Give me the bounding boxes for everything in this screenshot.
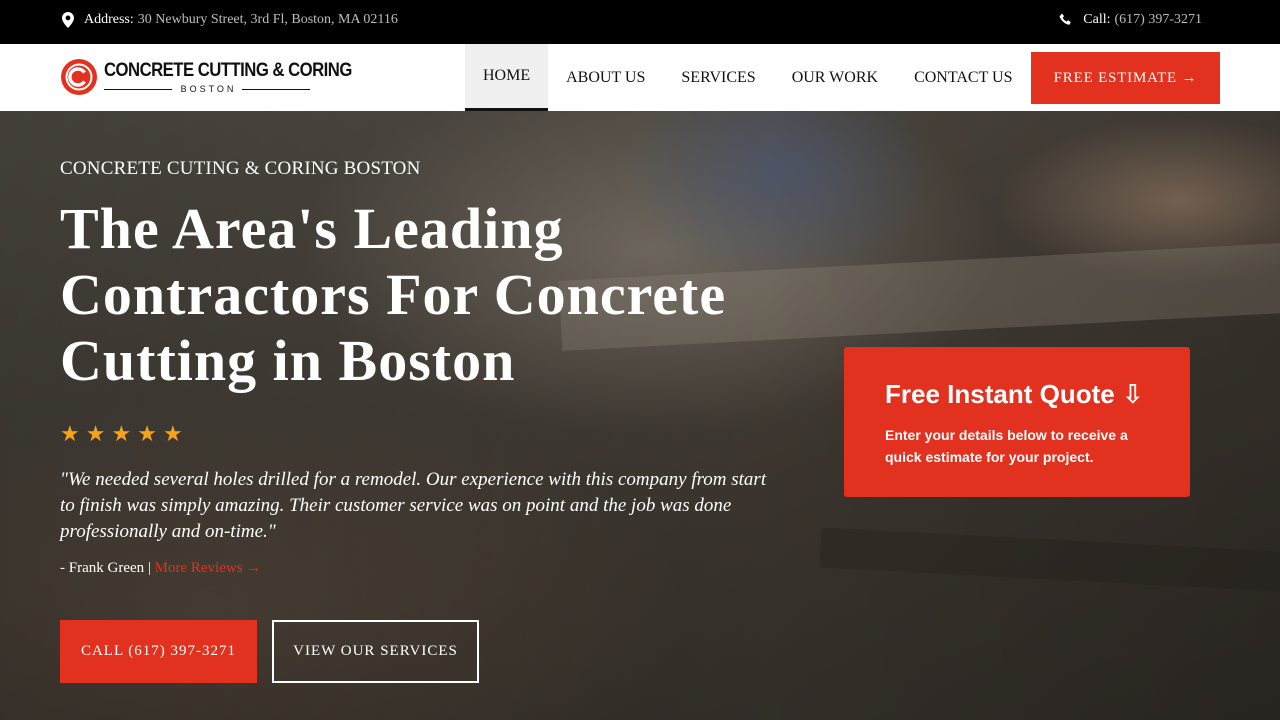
testimonial-author: - Frank Green | More Reviews → [60, 560, 261, 577]
top-bar: Address: 30 Newbury Street, 3rd Fl, Bost… [0, 0, 1280, 44]
address-label: Address: [84, 12, 134, 27]
call-label: Call: [1083, 12, 1111, 27]
star-icon: ★ [137, 421, 157, 446]
star-icon: ★ [162, 421, 183, 446]
nav-home[interactable]: HOME [465, 44, 549, 111]
free-estimate-button[interactable]: FREE ESTIMATE → [1031, 52, 1220, 104]
logo-c-icon [61, 59, 97, 95]
hero-section: CONCRETE CUTING & CORING BOSTON The Area… [0, 111, 1280, 720]
star-icon: ★ [85, 421, 106, 446]
hero-headline: The Area's Leading Contractors For Concr… [60, 196, 727, 393]
quote-card-title: Free Instant Quote ⇩ [885, 379, 1144, 409]
star-icon: ★ [60, 421, 80, 446]
author-name: - Frank Green [60, 560, 145, 576]
nav-about-us[interactable]: ABOUT US [548, 44, 663, 111]
phone-icon [1059, 13, 1072, 25]
address-value: 30 Newbury Street, 3rd Fl, Boston, MA 02… [137, 12, 398, 27]
quote-card-text: Enter your details below to receive a qu… [885, 427, 1128, 465]
logo-city: BOSTON [180, 84, 237, 94]
free-quote-card: Free Instant Quote ⇩ Enter your details … [844, 347, 1190, 497]
call-button[interactable]: CALL (617) 397-3271 [60, 620, 257, 683]
site-logo[interactable]: CONCRETE CUTTING & CORING BOSTON [60, 58, 352, 98]
nav-our-work[interactable]: OUR WORK [774, 44, 896, 111]
address-info: Address: 30 Newbury Street, 3rd Fl, Bost… [62, 12, 398, 28]
call-phone-link[interactable]: (617) 397-3271 [1115, 12, 1203, 28]
nav-contact-us[interactable]: CONTACT US [896, 44, 1030, 111]
call-info[interactable]: Call: (617) 397-3271 [1059, 12, 1202, 28]
site-header: CONCRETE CUTTING & CORING BOSTON HOME AB… [0, 44, 1280, 111]
logo-name: CONCRETE CUTTING & CORING [104, 60, 352, 81]
author-separator: | [147, 560, 151, 576]
view-services-button[interactable]: VIEW OUR SERVICES [272, 620, 479, 683]
map-pin-icon [62, 12, 74, 28]
logo-subtitle: BOSTON [104, 84, 310, 94]
hero-eyebrow: CONCRETE CUTING & CORING BOSTON [60, 158, 421, 179]
rating-stars: ★ ★ ★ ★ ★ [60, 421, 189, 447]
testimonial-text: "We needed several holes drilled for a r… [60, 469, 767, 542]
main-nav: HOME ABOUT US SERVICES OUR WORK CONTACT … [465, 44, 1031, 111]
more-reviews-link[interactable]: More Reviews → [155, 560, 262, 576]
nav-services[interactable]: SERVICES [663, 44, 773, 111]
star-icon: ★ [111, 421, 132, 446]
